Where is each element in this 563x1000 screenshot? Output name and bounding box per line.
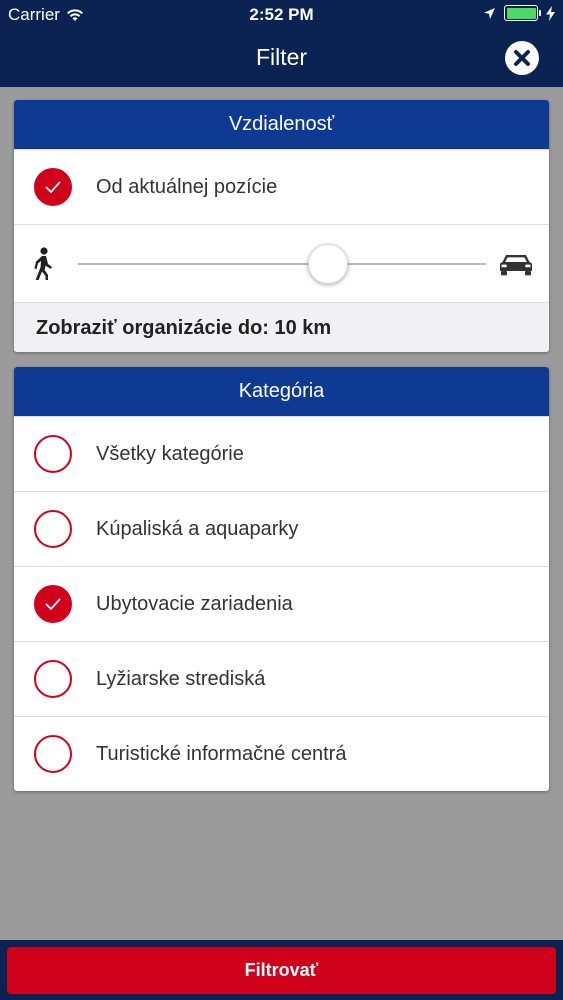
category-checkbox[interactable] [34,660,72,698]
category-label: Ubytovacie zariadenia [96,592,293,615]
battery-icon [504,5,541,21]
page-title: Filter [255,44,308,70]
slider-thumb[interactable] [308,244,348,284]
category-item[interactable]: Turistické informačné centrá [14,716,549,791]
category-item[interactable]: Ubytovacie zariadenia [14,566,549,641]
charging-bolt-icon [546,5,555,21]
category-checkbox[interactable] [34,510,72,548]
category-item[interactable]: Lyžiarske strediská [14,641,549,716]
slider-track[interactable] [78,263,486,265]
status-right-group [483,5,555,21]
status-bar: Carrier 2:52 PM [0,0,563,30]
checkmark-icon [45,598,61,611]
filter-button[interactable]: Filtrovať [7,947,556,994]
status-time: 2:52 PM [249,5,314,24]
close-button[interactable] [505,41,539,75]
distance-section-header: Vzdialenosť [14,100,549,149]
category-item[interactable]: Všetky kategórie [14,416,549,491]
distance-summary: Zobraziť organizácie do: 10 km [14,302,549,352]
distance-slider-row [14,224,549,302]
category-item[interactable]: Kúpaliská a aquaparky [14,491,549,566]
current-position-checkbox[interactable] [34,168,72,206]
walking-person-icon [34,247,52,280]
current-position-label: Od aktuálnej pozície [96,175,278,198]
checkmark-icon [45,181,61,194]
footer-bar: Filtrovať [0,940,563,1000]
category-checkbox[interactable] [34,585,72,623]
distance-card: Vzdialenosť Od aktuálnej pozície Zobrazi… [14,100,549,352]
car-icon [500,255,532,276]
category-label: Kúpaliská a aquaparky [96,517,299,540]
navigation-bar: Filter [0,30,563,87]
category-label: Turistické informačné centrá [96,742,347,765]
category-label: Všetky kategórie [96,442,244,465]
category-card: Kategória Všetky kategórie Kúpaliská a a… [14,367,549,791]
category-checkbox[interactable] [34,435,72,473]
close-icon [514,50,530,66]
current-position-option[interactable]: Od aktuálnej pozície [14,149,549,224]
location-arrow-icon [484,7,495,19]
category-section-header: Kategória [14,367,549,416]
category-label: Lyžiarske strediská [96,667,266,690]
category-checkbox[interactable] [34,735,72,773]
